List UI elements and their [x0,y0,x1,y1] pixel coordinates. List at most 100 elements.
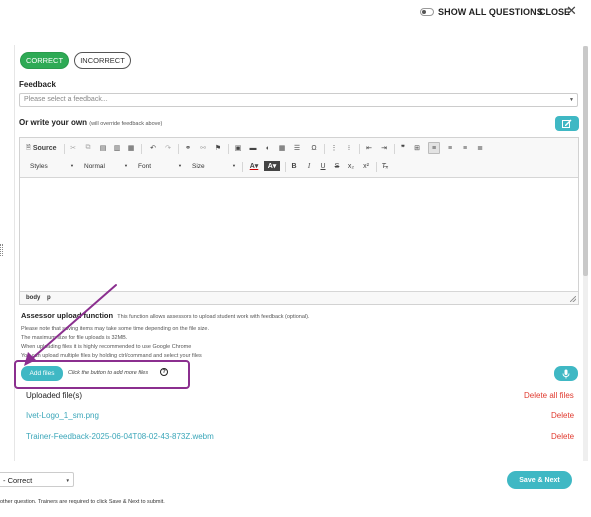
cut-icon[interactable]: ✂ [68,143,78,153]
size-combo[interactable]: Size ▼ [192,160,236,172]
anchor-flag-icon[interactable]: ⚑ [213,143,223,153]
path-body[interactable]: body [26,295,40,301]
undo-icon[interactable]: ↶ [148,143,158,153]
incorrect-button[interactable]: INCORRECT [74,52,131,69]
feedback-select[interactable]: Please select a feedback... ▼ [19,93,578,107]
toolbar-separator [285,162,286,172]
indent-icon[interactable]: ⇥ [379,143,389,153]
toolbar-separator [324,144,325,154]
correct-button[interactable]: CORRECT [20,52,69,69]
show-all-questions-label[interactable]: SHOW ALL QUESTIONS [438,7,543,17]
edit-feedback-button[interactable] [555,116,579,131]
align-center-icon[interactable]: ≡ [445,143,455,153]
paste-text-icon[interactable]: ▥ [112,143,122,153]
copy-icon[interactable]: ⧉ [83,143,93,153]
delete-all-files-link[interactable]: Delete all files [524,391,574,400]
result-status-value: - Correct [3,476,33,485]
underline-icon[interactable]: U [318,161,328,171]
image-icon[interactable]: ▣ [233,143,243,153]
horizontal-line-icon[interactable]: ☰ [292,143,302,153]
bold-icon[interactable]: B [289,161,299,171]
uploaded-file-link[interactable]: Trainer-Feedback-2025-06-04T08-02-43-873… [26,432,214,441]
toolbar-separator [394,144,395,154]
strikethrough-icon[interactable]: S [332,161,342,171]
delete-file-link[interactable]: Delete [551,411,574,420]
record-audio-button[interactable] [554,366,578,381]
table-icon[interactable]: ▦ [277,143,287,153]
toolbar-separator [228,144,229,154]
special-char-icon[interactable]: Ω [309,143,319,153]
chevron-down-icon: ▼ [124,163,128,168]
paste-word-icon[interactable]: ▦ [126,143,136,153]
assessor-upload-title: Assessor upload function [21,311,114,320]
numbered-list-icon[interactable]: ⋮ [329,143,339,153]
div-container-icon[interactable]: ⊞ [412,143,422,153]
background-color-icon[interactable]: A▾ [264,161,280,171]
toolbar-separator [242,162,243,172]
italic-icon[interactable]: I [304,161,314,171]
assessor-upload-heading: Assessor upload function This function a… [21,311,310,320]
show-all-toggle[interactable] [420,8,434,16]
save-next-button[interactable]: Save & Next [507,471,572,489]
upload-note: Please note that saving items may take s… [21,326,210,332]
close-icon[interactable]: ✕ [566,4,577,17]
footer-note: other question. Trainers are required to… [0,499,165,505]
format-combo[interactable]: Normal ▼ [84,160,128,172]
iframe-icon[interactable]: ◐ [263,143,273,153]
toolbar-separator [178,144,179,154]
styles-combo[interactable]: Styles ▼ [30,160,74,172]
subscript-icon[interactable]: x₂ [346,161,356,171]
font-combo[interactable]: Font ▼ [138,160,182,172]
align-justify-icon[interactable]: ≣ [475,143,485,153]
path-p[interactable]: p [47,295,51,301]
chevron-down-icon: ▼ [569,97,574,103]
source-button[interactable]: 🗎 Source [26,143,57,153]
align-right-icon[interactable]: ≡ [460,143,470,153]
bulleted-list-icon[interactable]: ⁝ [344,143,354,153]
chevron-down-icon: ▼ [178,163,182,168]
uploaded-file-link[interactable]: Ivet-Logo_1_sm.png [26,411,99,420]
toolbar-separator [64,144,65,154]
add-files-button[interactable]: Add files [21,366,63,381]
write-own-label: Or write your own (will override feedbac… [19,118,162,127]
result-status-select[interactable]: - Correct ▼ [0,472,74,487]
size-label: Size [192,162,205,170]
feedback-label: Feedback [19,80,56,89]
source-icon: 🗎 [26,145,31,151]
top-bar: SHOW ALL QUESTIONS CLOSE ✕ [0,0,591,26]
uploaded-files-heading: Uploaded file(s) [26,391,83,400]
feedback-select-placeholder: Please select a feedback... [24,96,108,103]
add-files-hint: Click the button to add more files [68,370,149,376]
chevron-down-icon: ▼ [232,163,236,168]
toggle-knob [422,10,426,14]
scrollbar-thumb[interactable] [583,46,588,276]
chevron-down-icon: ▼ [70,163,74,168]
resize-grip-icon[interactable] [570,296,576,302]
paste-icon[interactable]: ▤ [98,143,108,153]
redo-icon[interactable]: ↷ [163,143,173,153]
toolbar-separator [359,144,360,154]
panel-resize-handle[interactable] [0,244,3,256]
unlink-icon[interactable]: ⚯ [198,143,208,153]
superscript-icon[interactable]: x² [361,161,371,171]
text-color-icon[interactable]: A▾ [246,161,262,171]
blockquote-icon[interactable]: ❞ [398,143,408,153]
edit-icon [562,119,572,128]
toolbar-separator [376,162,377,172]
chevron-down-icon: ▼ [65,478,70,483]
link-icon[interactable]: ⚭ [183,143,193,153]
editor-toolbar: 🗎 Source ✂ ⧉ ▤ ▥ ▦ ↶ ↷ ⚭ ⚯ ⚑ ▣ ▬ ◐ ▦ ☰ Ω… [20,138,578,178]
toolbar-separator [141,144,142,154]
help-icon[interactable]: ? [160,368,168,376]
flash-icon[interactable]: ▬ [248,143,258,153]
microphone-icon [562,369,570,378]
remove-format-icon[interactable]: T̶ₓ [380,161,390,171]
delete-file-link[interactable]: Delete [551,432,574,441]
write-own-note: (will override feedback above) [89,121,163,127]
editor-statusbar: body p [20,291,578,304]
align-left-icon[interactable]: ≡ [428,142,440,154]
outdent-icon[interactable]: ⇤ [364,143,374,153]
assessor-upload-description: This function allows assessors to upload… [117,314,310,320]
editor-content-area[interactable] [20,179,578,291]
source-label: Source [32,144,57,152]
